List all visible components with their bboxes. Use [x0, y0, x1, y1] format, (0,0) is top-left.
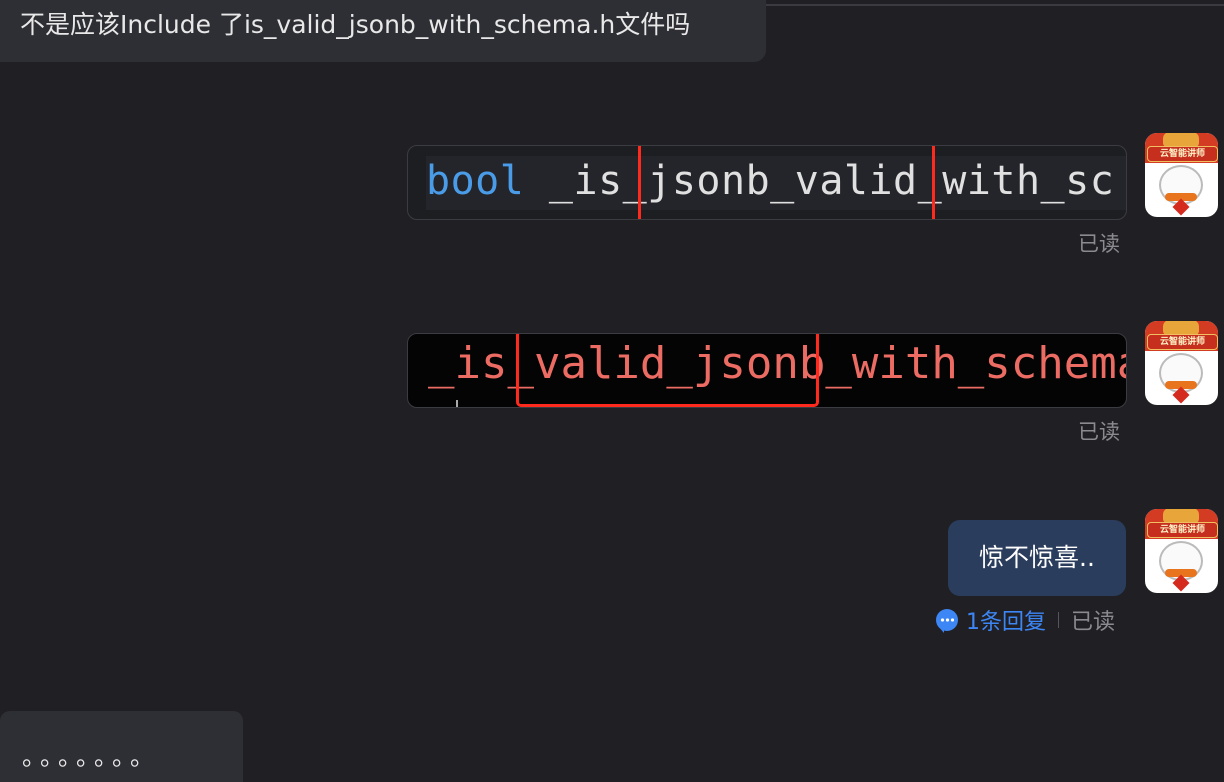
- code-screenshot-image[interactable]: bool _is_jsonb_valid_with_sc: [407, 145, 1127, 220]
- highlight-box: [638, 146, 935, 219]
- read-status: 已读: [1071, 610, 1116, 635]
- incoming-message-text: 不是应该Include 了is_valid_jsonb_with_schema.…: [20, 10, 691, 39]
- footer-divider: [1058, 612, 1059, 628]
- outgoing-message-text: 惊不惊喜..: [979, 543, 1095, 572]
- user-avatar[interactable]: 云智能讲师: [1145, 133, 1218, 217]
- incoming-message-bubble[interactable]: 不是应该Include 了is_valid_jsonb_with_schema.…: [0, 0, 766, 62]
- highlight-box: [516, 334, 819, 407]
- avatar-banner: 云智能讲师: [1147, 522, 1218, 538]
- incoming-message-text: 。。。。。。。: [22, 743, 160, 771]
- avatar-banner: 云智能讲师: [1147, 146, 1218, 162]
- chat-window: 不是应该Include 了is_valid_jsonb_with_schema.…: [0, 0, 1224, 782]
- avatar-crown-top: [1163, 321, 1199, 335]
- user-avatar[interactable]: 云智能讲师: [1145, 321, 1218, 405]
- reply-chat-icon[interactable]: [936, 609, 958, 633]
- code-keyword: bool: [426, 158, 525, 204]
- avatar-crown-top: [1163, 133, 1199, 147]
- reply-dots: [940, 618, 954, 622]
- avatar-banner: 云智能讲师: [1147, 334, 1218, 350]
- reply-count-link[interactable]: 1条回复: [966, 604, 1046, 636]
- read-status: 已读: [1078, 420, 1120, 444]
- read-status: 已读: [1078, 232, 1120, 256]
- avatar-crown-top: [1163, 509, 1199, 523]
- user-avatar[interactable]: 云智能讲师: [1145, 509, 1218, 593]
- code-screenshot-image[interactable]: _is_valid_jsonb_with_schema(: [407, 333, 1127, 408]
- outgoing-message-bubble[interactable]: 惊不惊喜..: [948, 520, 1126, 596]
- message-footer: 1条回复 已读: [936, 604, 1116, 636]
- incoming-message-bubble[interactable]: 。。。。。。。: [0, 711, 243, 782]
- text-cursor: [456, 400, 458, 407]
